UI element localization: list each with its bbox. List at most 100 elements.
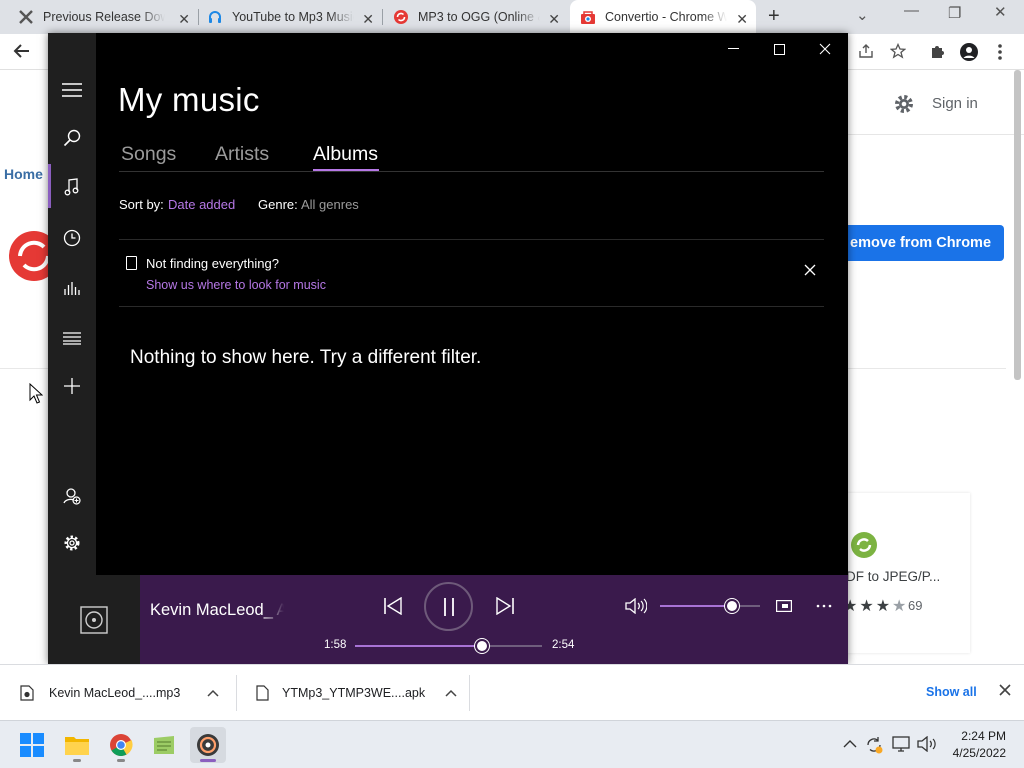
card-title: DF to JPEG/P... [846,569,941,584]
taskbar-notepad[interactable] [146,727,182,763]
app-minimize-button[interactable] [710,39,756,59]
nav-settings-button[interactable] [48,523,96,563]
sync-update-icon[interactable] [865,736,883,754]
skip-previous-icon [384,597,402,615]
network-icon[interactable] [892,736,910,752]
download-item[interactable]: Kevin MacLeod_....mp3 [20,665,219,721]
music-note-icon [64,178,79,196]
tab-title: Previous Release Down [43,10,165,24]
new-tab-button[interactable]: + [768,5,780,28]
download-divider [469,675,470,711]
tab-close-icon[interactable]: ✕ [736,11,748,28]
tab-albums[interactable]: Albums [313,143,378,166]
seek-slider-thumb[interactable] [474,639,489,653]
next-button[interactable] [494,595,516,617]
mini-player-button[interactable] [774,597,794,615]
back-arrow-icon[interactable] [12,41,32,61]
speaker-icon[interactable] [917,736,937,752]
convertio-logo-icon [9,231,50,281]
sort-dropdown[interactable]: Date added [168,197,235,212]
browser-tab[interactable]: MP3 to OGG (Online & ✕ [393,0,568,34]
nav-account-button[interactable] [48,476,96,516]
convertio-icon [394,10,408,24]
browser-tab[interactable]: Previous Release Down ✕ [18,0,198,34]
card-extension-icon [851,532,877,558]
nav-recent-button[interactable] [48,218,96,258]
tab-close-icon[interactable]: ✕ [362,11,374,28]
now-playing-bar: Kevin MacLeod_ A 1:58 2:54 [48,575,848,664]
file-icon [256,685,269,701]
album-placeholder-icon [80,605,108,634]
gear-icon[interactable] [893,93,915,115]
page-title: My music [118,81,260,118]
playlists-icon [63,332,81,345]
tab-divider [382,9,383,25]
chevron-up-icon[interactable] [207,689,219,697]
volume-slider[interactable] [660,599,760,613]
taskbar-groove-music[interactable] [190,727,226,763]
audio-file-icon [20,685,34,701]
more-icon [816,604,832,608]
nav-now-playing-button[interactable] [48,268,96,308]
running-indicator [117,759,125,762]
download-item[interactable]: YTMp3_YTMP3WE....apk [256,665,457,721]
close-window-icon[interactable]: ✕ [994,3,1007,21]
nav-playlists-button[interactable] [48,318,96,358]
volume-button[interactable] [624,595,648,617]
profile-avatar-icon[interactable] [960,43,978,61]
tab-search-chevron-icon[interactable]: ⌄ [856,6,869,24]
page-scrollbar[interactable] [1014,70,1021,380]
taskbar-file-explorer[interactable] [59,727,95,763]
tab-close-icon[interactable]: ✕ [548,11,560,28]
tab-artists[interactable]: Artists [215,143,269,166]
start-button[interactable] [14,727,50,763]
extensions-puzzle-icon[interactable] [930,43,946,59]
share-icon[interactable] [858,43,874,59]
taskbar-clock-time[interactable]: 2:24 PM [960,729,1006,743]
minimize-icon[interactable]: — [904,2,919,19]
app-close-button[interactable] [802,39,848,59]
seek-slider[interactable] [355,639,542,653]
tab-divider [119,171,824,172]
close-downloads-icon[interactable] [999,684,1011,696]
download-filename: Kevin MacLeod_....mp3 [49,686,181,700]
bookmark-star-icon[interactable] [890,43,906,59]
play-pause-button[interactable] [424,582,473,631]
tab-title: MP3 to OGG (Online & [418,10,540,24]
remove-from-chrome-button[interactable]: emove from Chrome [830,225,1004,261]
minimize-icon [727,48,739,49]
restore-icon[interactable]: ❐ [948,4,961,22]
now-playing-title[interactable]: Kevin MacLeod_ A [150,601,284,620]
nav-my-music-button[interactable] [48,167,96,207]
card-rating-stars: ★★★★ [843,598,909,615]
taskbar-clock-date[interactable]: 4/25/2022 [944,746,1006,760]
breadcrumb-home-link[interactable]: Home [4,166,43,182]
maximize-icon [773,43,785,55]
sign-in-link[interactable]: Sign in [932,95,978,112]
more-options-button[interactable] [814,597,834,615]
new-playlist-button[interactable] [48,366,96,406]
hamburger-menu-button[interactable] [48,70,96,110]
elapsed-time: 1:58 [324,639,347,651]
find-music-link[interactable]: Show us where to look for music [146,278,326,292]
previous-button[interactable] [382,595,404,617]
browser-tab[interactable]: YouTube to Mp3 Music ✕ [207,0,382,34]
show-hidden-icons-chevron-icon[interactable] [843,739,857,749]
taskbar-chrome[interactable] [103,727,139,763]
tab-songs[interactable]: Songs [121,143,176,166]
chevron-up-icon[interactable] [445,689,457,697]
x-logo-icon [19,10,33,24]
card-rating-count: 69 [908,598,923,613]
notepad-icon [154,736,174,754]
tab-close-icon[interactable]: ✕ [178,11,190,28]
nav-search-button[interactable] [48,118,96,158]
genre-dropdown[interactable]: All genres [301,197,359,212]
banner-close-icon[interactable] [804,264,816,276]
browser-tab-active[interactable]: Convertio - Chrome W ✕ [570,0,756,34]
kebab-menu-icon[interactable] [997,43,1003,61]
volume-slider-thumb[interactable] [725,599,739,613]
app-maximize-button[interactable] [756,39,802,59]
show-all-downloads-link[interactable]: Show all [926,685,977,699]
banner-title: Not finding everything? [146,256,279,271]
album-art-thumbnail[interactable] [48,575,140,664]
